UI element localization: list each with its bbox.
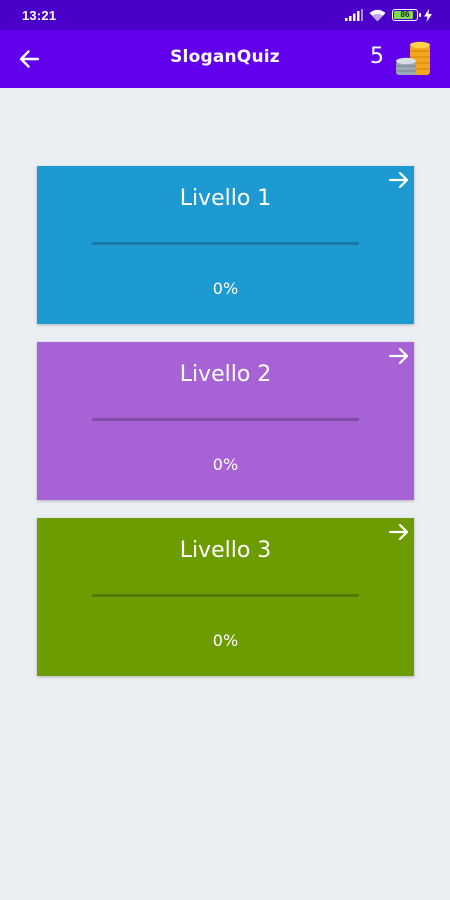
charging-bolt-icon [424, 8, 432, 22]
battery-icon: 86 [392, 9, 421, 21]
arrow-right-icon[interactable] [388, 169, 410, 191]
app-bar: SloganQuiz 5 [0, 30, 450, 88]
status-time: 13:21 [22, 8, 57, 23]
battery-level: 86 [400, 10, 410, 19]
wifi-icon [369, 9, 386, 21]
levels-list: Livello 1 0% Livello 2 0% Livello 3 0% [37, 166, 414, 694]
level-progress-bar [92, 418, 359, 421]
level-card-3[interactable]: Livello 3 0% [37, 518, 414, 676]
coin-count: 5 [370, 44, 384, 69]
level-title: Livello 2 [179, 362, 272, 387]
level-progress-bar [92, 594, 359, 597]
status-bar: 13:21 86 [0, 0, 450, 30]
level-progress-bar [92, 242, 359, 245]
level-percent: 0% [212, 279, 239, 298]
arrow-right-icon[interactable] [388, 521, 410, 543]
status-icons: 86 [345, 8, 432, 22]
level-percent: 0% [212, 455, 239, 474]
signal-icon [345, 9, 363, 21]
level-card-2[interactable]: Livello 2 0% [37, 342, 414, 500]
level-title: Livello 1 [179, 186, 272, 211]
arrow-right-icon[interactable] [388, 345, 410, 367]
coins-stack-icon[interactable] [394, 39, 434, 79]
level-percent: 0% [212, 631, 239, 650]
level-title: Livello 3 [179, 538, 272, 563]
level-card-1[interactable]: Livello 1 0% [37, 166, 414, 324]
